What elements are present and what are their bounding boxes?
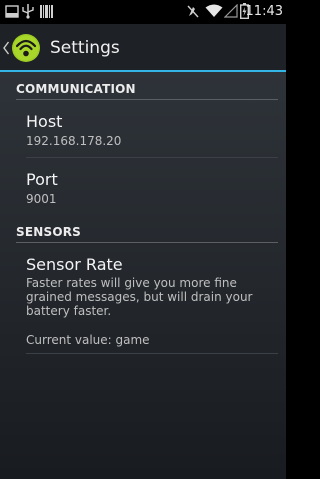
- usb-icon: [22, 4, 34, 19]
- signal-icon: [224, 4, 238, 18]
- barcode-icon: [40, 5, 53, 18]
- screenshot-icon: [5, 5, 19, 18]
- pref-sensor-rate-current-value: Current value: game: [26, 333, 150, 347]
- back-caret-icon[interactable]: [2, 40, 10, 56]
- pref-sensor-rate-title: Sensor Rate: [26, 255, 123, 274]
- pref-host-summary: 192.168.178.20: [26, 134, 122, 148]
- pref-sensor-rate-summary: Faster rates will give you more fine gra…: [26, 276, 253, 318]
- category-sensors: SENSORS: [16, 225, 82, 239]
- list-divider: [26, 353, 278, 354]
- action-bar: Settings: [0, 24, 286, 72]
- category-divider: [16, 242, 278, 243]
- status-bar: 11:43: [0, 0, 286, 24]
- wifi-icon: [205, 4, 223, 17]
- pref-port-title: Port: [26, 170, 58, 189]
- category-divider: [16, 99, 278, 100]
- clock: 11:43: [245, 4, 283, 19]
- page-title: Settings: [50, 38, 120, 58]
- list-divider: [26, 157, 278, 158]
- pref-port-summary: 9001: [26, 192, 57, 206]
- category-communication: COMMUNICATION: [16, 82, 136, 96]
- pref-host-title: Host: [26, 112, 63, 131]
- settings-list: COMMUNICATION Host 192.168.178.20 Port 9…: [0, 72, 286, 479]
- app-logo-icon[interactable]: [11, 33, 41, 63]
- mute-icon: [187, 5, 199, 18]
